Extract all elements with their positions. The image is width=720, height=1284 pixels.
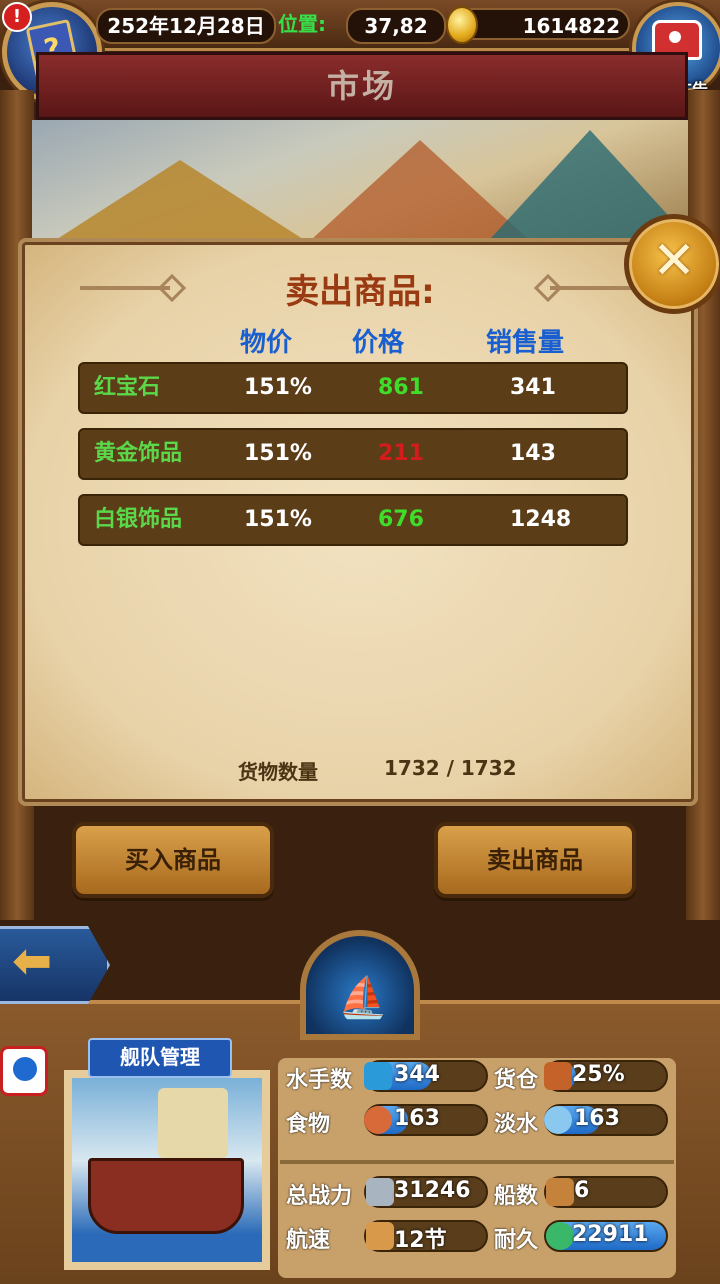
- hull-shape: [88, 1158, 244, 1234]
- ships-label: 船数: [494, 1184, 539, 1209]
- close-icon: ✕: [652, 231, 696, 291]
- power-value: 31246: [394, 1178, 471, 1203]
- goods-price: 861: [378, 375, 424, 400]
- goods-row[interactable]: 黄金饰品 151% 211 143: [78, 428, 628, 480]
- durability-label: 耐久: [494, 1228, 539, 1253]
- cargo-value: 25%: [572, 1062, 625, 1087]
- water-icon: [544, 1106, 572, 1134]
- goods-price: 676: [378, 507, 424, 532]
- market-title: 市场: [326, 67, 397, 105]
- gold-amount: 1614822: [470, 8, 630, 40]
- column-header-volume: 销售量: [486, 328, 565, 358]
- cargo-icon: [544, 1062, 572, 1090]
- column-header-price: 价格: [352, 328, 405, 358]
- date-display: 252年12月28日: [96, 8, 276, 44]
- back-arrow-icon: ⬅: [12, 933, 53, 989]
- crew-alert-button[interactable]: [0, 1046, 48, 1096]
- goods-row[interactable]: 红宝石 151% 861 341: [78, 362, 628, 414]
- speed-icon: [366, 1222, 394, 1250]
- ships-value: 6: [574, 1178, 590, 1203]
- stats-divider: [280, 1160, 674, 1164]
- panel-title: 卖出商品:: [285, 272, 435, 312]
- position-label: 位置:: [278, 12, 326, 36]
- buy-goods-button[interactable]: 买入商品: [72, 822, 274, 898]
- back-button[interactable]: ⬅: [0, 926, 110, 1004]
- goods-price: 211: [378, 441, 424, 466]
- goods-ratio: 151%: [244, 441, 312, 466]
- flagship-portrait[interactable]: [64, 1070, 270, 1270]
- coin-icon: [446, 6, 478, 44]
- sail-button[interactable]: ⛵: [300, 930, 420, 1040]
- goods-name: 白银饰品: [94, 507, 183, 532]
- fleet-management-tab[interactable]: 舰队管理: [88, 1038, 232, 1078]
- durability-icon: [546, 1222, 574, 1250]
- goods-volume: 143: [510, 441, 556, 466]
- sailor-icon: [364, 1062, 392, 1090]
- position-value: 37,82: [346, 8, 446, 44]
- water-value: 163: [574, 1106, 620, 1131]
- goods-volume: 341: [510, 375, 556, 400]
- buy-goods-label: 买入商品: [125, 846, 221, 874]
- goods-name: 黄金饰品: [94, 441, 183, 466]
- sailor-alert-icon: [13, 1057, 37, 1081]
- speed-value: 12节: [394, 1228, 447, 1253]
- alert-icon: !: [2, 2, 32, 32]
- goods-name: 红宝石: [94, 375, 161, 400]
- ships-icon: [546, 1178, 574, 1206]
- goods-volume: 1248: [510, 507, 572, 532]
- food-icon: [364, 1106, 392, 1134]
- sailors-value: 344: [394, 1062, 440, 1087]
- cargo-count-label: 货物数量: [238, 760, 318, 784]
- cargo-count-value: 1732 / 1732: [384, 756, 517, 780]
- food-label: 食物: [286, 1112, 331, 1137]
- column-header-ratio: 物价: [240, 328, 293, 358]
- food-value: 163: [394, 1106, 440, 1131]
- cargo-label: 货仓: [494, 1068, 539, 1093]
- sail-shape: [158, 1088, 228, 1158]
- durability-value: 22911: [572, 1222, 649, 1247]
- water-label: 淡水: [494, 1112, 539, 1137]
- market-title-bar: 市场: [36, 52, 688, 120]
- goods-ratio: 151%: [244, 507, 312, 532]
- goods-ratio: 151%: [244, 375, 312, 400]
- ship-icon: ⛵: [338, 975, 388, 1021]
- power-icon: [366, 1178, 394, 1206]
- speed-label: 航速: [286, 1228, 331, 1253]
- sell-goods-button[interactable]: 卖出商品: [434, 822, 636, 898]
- goods-row[interactable]: 白银饰品 151% 676 1248: [78, 494, 628, 546]
- tent-decoration: [40, 160, 320, 250]
- sailors-label: 水手数: [286, 1068, 353, 1093]
- close-button[interactable]: ✕: [624, 214, 720, 314]
- sell-goods-label: 卖出商品: [487, 846, 583, 874]
- power-label: 总战力: [286, 1184, 353, 1209]
